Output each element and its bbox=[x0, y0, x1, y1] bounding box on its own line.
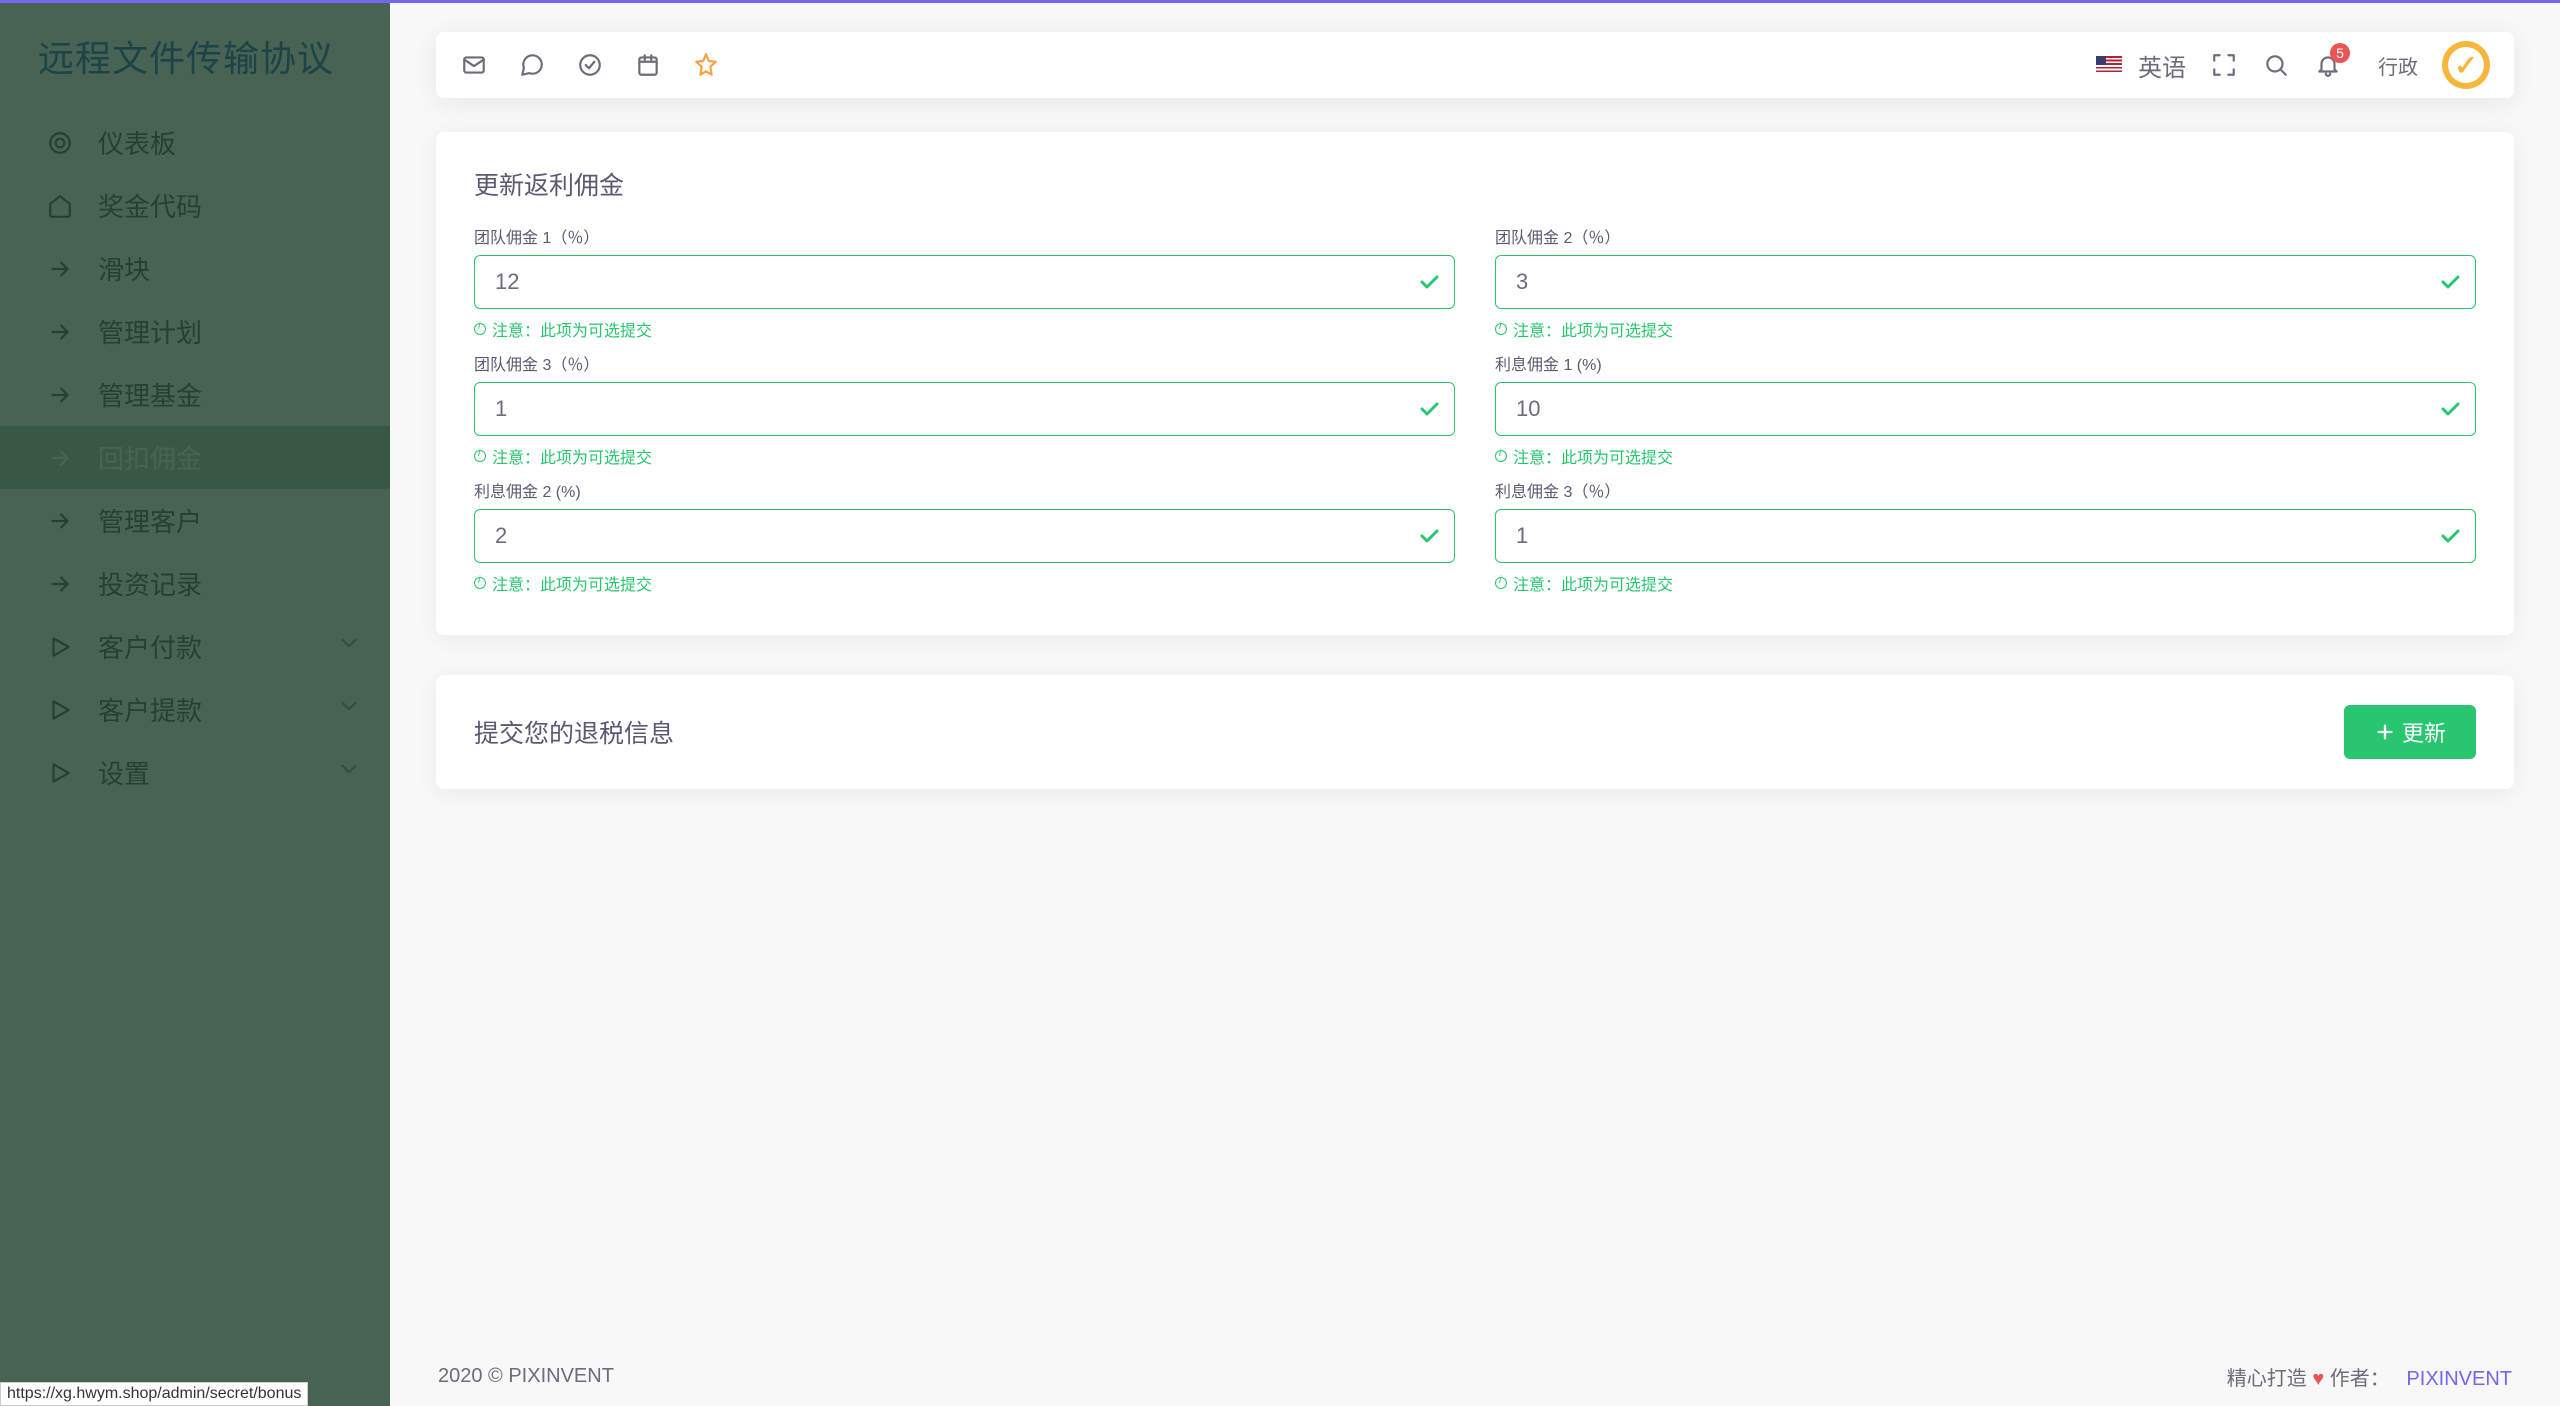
play-icon bbox=[42, 697, 78, 723]
arrow-right-icon bbox=[42, 571, 78, 597]
sidebar-item-label: 设置 bbox=[98, 754, 336, 791]
sidebar-item-label: 管理计划 bbox=[98, 313, 362, 350]
sidebar-item-settings[interactable]: 设置 bbox=[0, 741, 390, 804]
sidebar-item-manage-customer[interactable]: 管理客户 bbox=[0, 489, 390, 552]
int3-input[interactable] bbox=[1495, 509, 2476, 563]
sidebar-item-customer-payment[interactable]: 客户付款 bbox=[0, 615, 390, 678]
arrow-right-icon bbox=[42, 445, 78, 471]
sidebar-item-bonus-code[interactable]: 奖金代码 bbox=[0, 174, 390, 237]
header-right: 英语 5 行政 bbox=[2096, 41, 2490, 89]
arrow-right-icon bbox=[42, 319, 78, 345]
check-circle-icon[interactable] bbox=[576, 51, 604, 79]
info-icon bbox=[1495, 577, 1507, 589]
sidebar-item-label: 管理客户 bbox=[98, 502, 362, 539]
update-button-label: 更新 bbox=[2402, 716, 2446, 748]
form-card: 更新返利佣金 团队佣金 1（％） 注意：此项为可选提交 团队佣金 3（％） bbox=[436, 132, 2514, 635]
avatar[interactable] bbox=[2442, 41, 2490, 89]
help-text: 注意：此项为可选提交 bbox=[1495, 444, 2476, 468]
author-link[interactable]: PIXINVENT bbox=[2406, 1368, 2512, 1390]
info-icon bbox=[1495, 323, 1507, 335]
check-icon bbox=[1417, 270, 1441, 294]
field-label: 利息佣金 3（％） bbox=[1495, 478, 2476, 502]
main-content: 更新返利佣金 团队佣金 1（％） 注意：此项为可选提交 团队佣金 3（％） bbox=[390, 2, 2560, 949]
maximize-icon[interactable] bbox=[2210, 51, 2238, 79]
top-accent-bar bbox=[0, 0, 2560, 3]
user-label[interactable]: 行政 bbox=[2378, 51, 2418, 80]
int2-input[interactable] bbox=[474, 509, 1455, 563]
sidebar-item-customer-withdraw[interactable]: 客户提款 bbox=[0, 678, 390, 741]
team3-input[interactable] bbox=[474, 382, 1455, 436]
target-icon bbox=[42, 130, 78, 156]
language-label[interactable]: 英语 bbox=[2138, 48, 2186, 83]
sidebar-item-rebate-commission[interactable]: 回扣佣金 bbox=[0, 426, 390, 489]
footer: 2020 © PIXINVENT 精心打造 ♥ 作者： PIXINVENT bbox=[390, 1346, 2560, 1406]
sidebar-item-label: 仪表板 bbox=[98, 124, 362, 161]
mail-icon[interactable] bbox=[460, 51, 488, 79]
sidebar-item-label: 投资记录 bbox=[98, 565, 362, 602]
check-icon bbox=[2438, 270, 2462, 294]
chevron-down-icon bbox=[336, 756, 362, 789]
help-text: 注意：此项为可选提交 bbox=[1495, 571, 2476, 595]
brand-title: 远程文件传输协议 bbox=[0, 0, 390, 111]
update-button[interactable]: 更新 bbox=[2344, 705, 2476, 759]
sidebar-item-manage-plan[interactable]: 管理计划 bbox=[0, 300, 390, 363]
heart-icon: ♥ bbox=[2312, 1368, 2324, 1390]
footer-right: 精心打造 ♥ 作者： PIXINVENT bbox=[2227, 1362, 2512, 1391]
info-icon bbox=[474, 450, 486, 462]
info-icon bbox=[1495, 450, 1507, 462]
submit-card: 提交您的退税信息 更新 bbox=[436, 675, 2514, 789]
card-title: 更新返利佣金 bbox=[436, 132, 2514, 224]
sidebar-item-invest-record[interactable]: 投资记录 bbox=[0, 552, 390, 615]
chevron-down-icon bbox=[336, 693, 362, 726]
flag-icon[interactable] bbox=[2096, 56, 2122, 74]
check-icon bbox=[2438, 524, 2462, 548]
submit-title: 提交您的退税信息 bbox=[474, 714, 674, 750]
notification-badge: 5 bbox=[2330, 43, 2350, 63]
home-icon bbox=[42, 193, 78, 219]
star-icon[interactable] bbox=[692, 51, 720, 79]
play-icon bbox=[42, 760, 78, 786]
sidebar-item-label: 客户提款 bbox=[98, 691, 336, 728]
browser-status-url: https://xg.hwym.shop/admin/secret/bonus bbox=[0, 1382, 308, 1406]
info-icon bbox=[474, 323, 486, 335]
arrow-right-icon bbox=[42, 382, 78, 408]
arrow-right-icon bbox=[42, 256, 78, 282]
field-label: 团队佣金 1（％） bbox=[474, 224, 1455, 248]
help-text: 注意：此项为可选提交 bbox=[474, 571, 1455, 595]
field-label: 利息佣金 1 (%) bbox=[1495, 351, 2476, 375]
field-label: 团队佣金 3（％） bbox=[474, 351, 1455, 375]
sidebar-item-label: 客户付款 bbox=[98, 628, 336, 665]
header-left-icons bbox=[460, 51, 720, 79]
sidebar-nav: 仪表板 奖金代码 滑块 管理计划 管理基金 回扣佣金 管理客户 投资记录 bbox=[0, 111, 390, 804]
team2-input[interactable] bbox=[1495, 255, 2476, 309]
sidebar-item-slider[interactable]: 滑块 bbox=[0, 237, 390, 300]
help-text: 注意：此项为可选提交 bbox=[474, 444, 1455, 468]
team1-input[interactable] bbox=[474, 255, 1455, 309]
check-icon bbox=[1417, 397, 1441, 421]
help-text: 注意：此项为可选提交 bbox=[1495, 317, 2476, 341]
field-label: 团队佣金 2（％） bbox=[1495, 224, 2476, 248]
calendar-icon[interactable] bbox=[634, 51, 662, 79]
int1-input[interactable] bbox=[1495, 382, 2476, 436]
sidebar-item-label: 滑块 bbox=[98, 250, 362, 287]
sidebar-item-label: 奖金代码 bbox=[98, 187, 362, 224]
search-icon[interactable] bbox=[2262, 51, 2290, 79]
check-icon bbox=[2438, 397, 2462, 421]
chevron-down-icon bbox=[336, 630, 362, 663]
sidebar-item-label: 管理基金 bbox=[98, 376, 362, 413]
sidebar-item-dashboard[interactable]: 仪表板 bbox=[0, 111, 390, 174]
check-icon bbox=[1417, 524, 1441, 548]
sidebar-item-manage-fund[interactable]: 管理基金 bbox=[0, 363, 390, 426]
info-icon bbox=[474, 577, 486, 589]
play-icon bbox=[42, 634, 78, 660]
copyright: 2020 © PIXINVENT bbox=[438, 1365, 614, 1388]
arrow-right-icon bbox=[42, 508, 78, 534]
top-header: 英语 5 行政 bbox=[436, 32, 2514, 98]
help-text: 注意：此项为可选提交 bbox=[474, 317, 1455, 341]
chat-icon[interactable] bbox=[518, 51, 546, 79]
sidebar: 远程文件传输协议 仪表板 奖金代码 滑块 管理计划 管理基金 回扣佣金 管理客户 bbox=[0, 0, 390, 1406]
sidebar-item-label: 回扣佣金 bbox=[98, 439, 362, 476]
bell-icon[interactable]: 5 bbox=[2314, 51, 2342, 79]
field-label: 利息佣金 2 (%) bbox=[474, 478, 1455, 502]
